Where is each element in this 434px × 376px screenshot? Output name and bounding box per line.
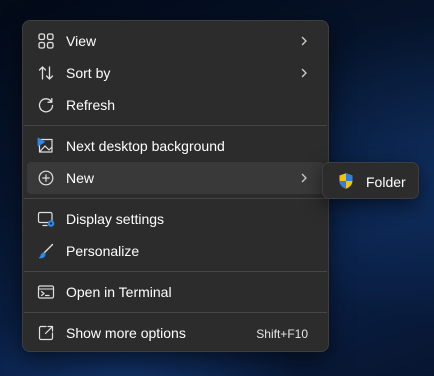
menu-item-label: Display settings (66, 211, 165, 227)
menu-separator (24, 271, 327, 272)
show-more-options-icon (37, 324, 55, 342)
menu-item-label: Next desktop background (66, 138, 225, 154)
view-grid-icon (37, 32, 55, 50)
menu-item-label: Personalize (66, 243, 140, 259)
chevron-right-icon (298, 171, 310, 185)
submenu-item-folder[interactable]: Folder (327, 165, 414, 197)
next-background-icon (37, 137, 55, 155)
menu-item-label: Open in Terminal (66, 284, 172, 300)
uac-shield-icon (337, 172, 355, 190)
keyboard-shortcut: Shift+F10 (256, 327, 308, 341)
menu-separator (24, 198, 327, 199)
personalize-brush-icon (37, 242, 55, 260)
terminal-icon (37, 283, 55, 301)
menu-item-next-desktop-background[interactable]: Next desktop background (27, 130, 324, 162)
submenu-item-label: Folder (366, 174, 406, 190)
chevron-right-icon (298, 66, 310, 80)
menu-item-new[interactable]: New (27, 162, 324, 194)
menu-item-label: Show more options (66, 325, 186, 341)
menu-item-label: View (66, 33, 97, 49)
sort-icon (37, 64, 55, 82)
new-submenu: Folder (322, 162, 419, 199)
menu-item-refresh[interactable]: Refresh (27, 89, 324, 121)
new-plus-circle-icon (37, 169, 55, 187)
menu-separator (24, 312, 327, 313)
menu-item-label: New (66, 170, 95, 186)
menu-item-view[interactable]: View (27, 25, 324, 57)
menu-item-display-settings[interactable]: Display settings (27, 203, 324, 235)
menu-item-personalize[interactable]: Personalize (27, 235, 324, 267)
menu-item-label: Sort by (66, 65, 111, 81)
menu-item-label: Refresh (66, 97, 116, 113)
menu-separator (24, 125, 327, 126)
desktop-context-menu: View Sort by Refresh Next desktop backgr… (22, 20, 329, 352)
menu-item-show-more-options[interactable]: Show more options Shift+F10 (27, 317, 324, 349)
menu-item-sort-by[interactable]: Sort by (27, 57, 324, 89)
menu-item-open-in-terminal[interactable]: Open in Terminal (27, 276, 324, 308)
display-settings-icon (37, 210, 55, 228)
chevron-right-icon (298, 34, 310, 48)
refresh-icon (37, 96, 55, 114)
